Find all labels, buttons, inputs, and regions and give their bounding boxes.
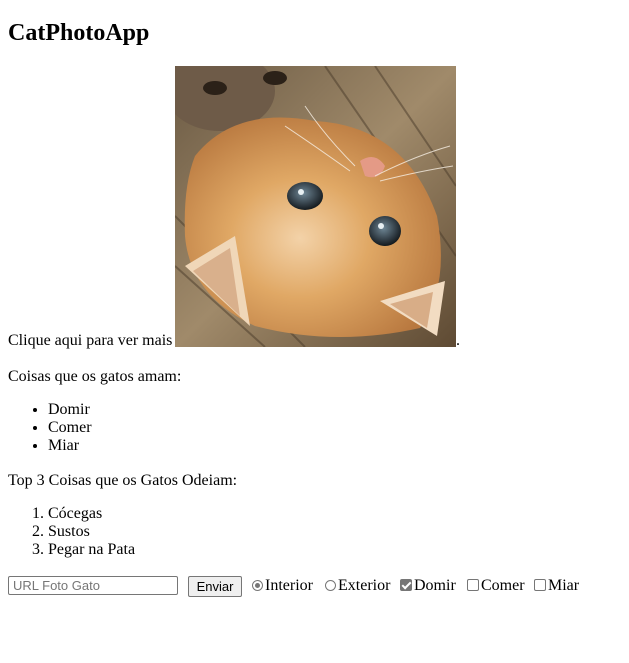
trailing-period: . (456, 332, 460, 349)
checkbox-meow-label: Miar (548, 577, 580, 594)
radio-indoor-label: Interior (265, 577, 313, 594)
checkbox-eat-label: Comer (481, 577, 525, 594)
checkbox-sleep-label: Domir (414, 577, 456, 594)
page-root: CatPhotoApp Clique aqui para ver mais . (0, 0, 629, 350)
hates-heading: Top 3 Coisas que os Gatos Odeiam: (8, 472, 238, 489)
list-item: Sustos (48, 523, 135, 541)
cat-photo-form: Enviar Interior Exterior Domir Comer Mia… (8, 576, 618, 598)
radio-outdoor-control[interactable] (325, 580, 336, 591)
page-title: CatPhotoApp (8, 20, 150, 46)
checkbox-sleep-control[interactable] (400, 579, 412, 591)
radio-outdoor-label: Exterior (338, 577, 391, 594)
hates-list: Cócegas Sustos Pegar na Pata (8, 505, 135, 559)
cat-photo[interactable] (175, 66, 456, 347)
radio-indoor[interactable]: Interior (252, 577, 313, 595)
list-item: Comer (48, 419, 92, 437)
submit-button[interactable]: Enviar (188, 576, 242, 597)
list-item: Domir (48, 401, 92, 419)
checkbox-meow-control[interactable] (534, 579, 546, 591)
checkbox-eat-control[interactable] (467, 579, 479, 591)
list-item: Cócegas (48, 505, 135, 523)
photo-line: Clique aqui para ver mais . (8, 66, 621, 350)
checkbox-sleep[interactable]: Domir (400, 577, 456, 595)
checkbox-meow[interactable]: Miar (534, 577, 579, 595)
cat-photo-url-input[interactable] (8, 576, 178, 595)
radio-indoor-control[interactable] (252, 580, 263, 591)
list-item: Pegar na Pata (48, 541, 135, 559)
checkbox-eat[interactable]: Comer (467, 577, 525, 595)
loves-heading: Coisas que os gatos amam: (8, 368, 182, 385)
loves-list: Domir Comer Miar (8, 401, 92, 455)
cat-photo-image (175, 66, 456, 347)
photo-link[interactable]: Clique aqui para ver mais (8, 332, 172, 350)
radio-outdoor[interactable]: Exterior (325, 577, 390, 595)
list-item: Miar (48, 437, 92, 455)
